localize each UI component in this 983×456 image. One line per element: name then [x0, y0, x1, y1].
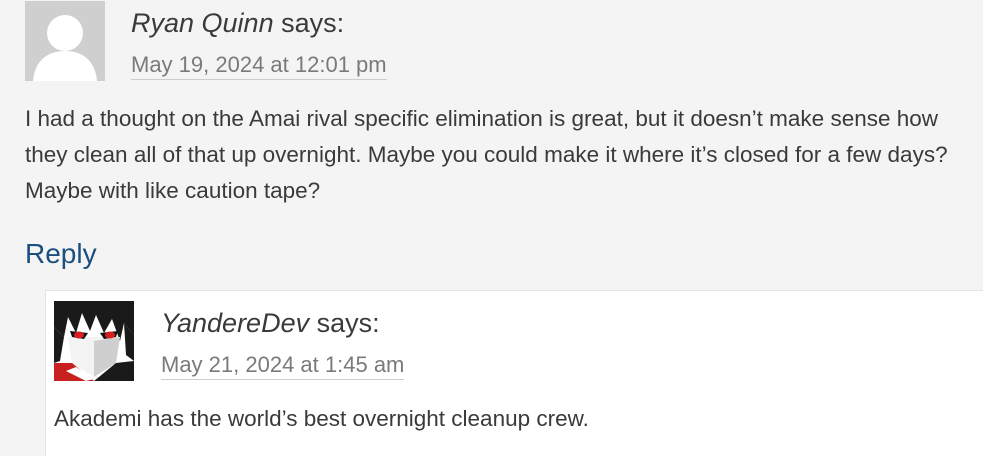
child-comment: YandereDev says: May 21, 2024 at 1:45 am… [45, 290, 983, 456]
child-comment-author-name: YandereDev [161, 308, 310, 338]
reply-link[interactable]: Reply [25, 236, 97, 272]
comment-body: I had a thought on the Amai rival specif… [25, 106, 948, 203]
child-comment-body: Akademi has the world’s best overnight c… [54, 406, 589, 431]
comment-says-label: says: [281, 8, 345, 38]
default-person-avatar-icon [25, 1, 105, 81]
comment-thread: Ryan Quinn says: May 19, 2024 at 12:01 p… [0, 0, 983, 456]
comment-date-link[interactable]: May 19, 2024 at 12:01 pm [131, 51, 387, 80]
child-comment-says-label: says: [316, 308, 380, 338]
comment-author-line: Ryan Quinn says: [131, 7, 344, 39]
child-comment-author-line: YandereDev says: [161, 307, 380, 339]
child-comment-date-link[interactable]: May 21, 2024 at 1:45 am [161, 351, 405, 380]
comment-author-name: Ryan Quinn [131, 8, 274, 38]
anime-character-avatar [54, 301, 134, 381]
